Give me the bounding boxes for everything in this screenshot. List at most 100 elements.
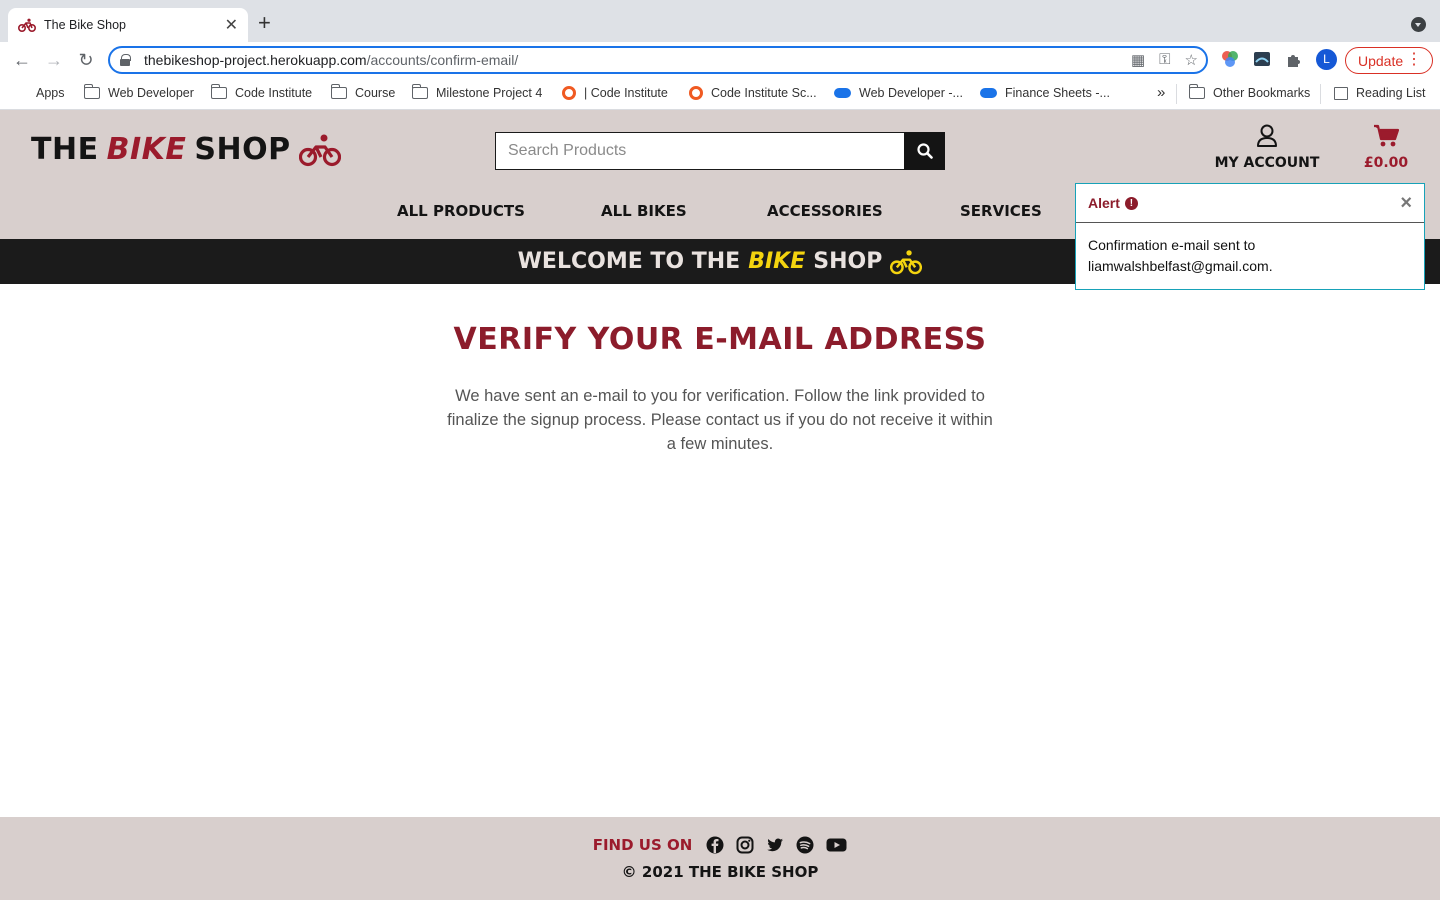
- url-host: thebikeshop-project.herokuapp.com: [144, 52, 367, 68]
- new-tab-icon[interactable]: +: [258, 11, 271, 35]
- nav-all-bikes[interactable]: ALL BIKES: [601, 202, 687, 220]
- folder-icon: [1188, 84, 1205, 99]
- find-us-label: FIND US ON: [592, 836, 693, 854]
- bookmark-label: Course: [355, 86, 396, 100]
- copyright: © 2021 THE BIKE SHOP: [621, 863, 819, 881]
- apps-grid-icon: [14, 86, 28, 100]
- bookmark-code-institute[interactable]: Code Institute: [210, 84, 313, 100]
- banner-welcome: WELCOME TO THE: [517, 249, 741, 274]
- bookmark-code-institute-site[interactable]: | Code Institute: [562, 86, 668, 100]
- search-input[interactable]: [495, 132, 904, 170]
- tab-title: The Bike Shop: [44, 18, 126, 32]
- onedrive-cloud-icon: [980, 88, 997, 98]
- folder-icon: [330, 84, 347, 99]
- cyclist-banner-icon: [890, 249, 923, 274]
- bookmark-code-institute-sc[interactable]: Code Institute Sc...: [689, 86, 817, 100]
- bookmarks-overflow-icon[interactable]: »: [1157, 84, 1165, 101]
- shopping-basket-link[interactable]: £0.00: [1358, 124, 1414, 171]
- youtube-icon[interactable]: [826, 836, 847, 854]
- social-links: FIND US ON: [0, 836, 1440, 854]
- nav-all-products[interactable]: ALL PRODUCTS: [397, 202, 525, 220]
- bookmark-label: Web Developer: [108, 86, 194, 100]
- reading-list-icon: [1334, 86, 1348, 100]
- bookmark-finance-sheets[interactable]: Finance Sheets -...: [980, 86, 1110, 100]
- screenshot-extension-icon[interactable]: [1253, 50, 1271, 68]
- close-alert-icon[interactable]: ×: [1400, 192, 1412, 215]
- spotify-icon[interactable]: [796, 836, 814, 854]
- bookmark-milestone-project-4[interactable]: Milestone Project 4: [411, 84, 543, 100]
- menu-dots-icon[interactable]: ⋮: [1406, 51, 1422, 69]
- main-content: VERIFY YOUR E-MAIL ADDRESS We have sent …: [0, 284, 1440, 817]
- site-footer: FIND US ON © 2021 THE BIKE SHOP: [0, 817, 1440, 900]
- star-icon[interactable]: ☆: [1185, 51, 1198, 69]
- banner-bike: BIKE: [748, 249, 806, 274]
- folder-icon: [411, 84, 428, 99]
- my-account-label: MY ACCOUNT: [1214, 155, 1320, 171]
- twitter-icon[interactable]: [766, 836, 784, 854]
- reading-list[interactable]: Reading List: [1334, 86, 1426, 100]
- my-account-link[interactable]: MY ACCOUNT: [1212, 124, 1322, 171]
- browser-tab[interactable]: The Bike Shop ✕: [8, 8, 248, 42]
- logo-bike: BIKE: [106, 132, 187, 167]
- cyclist-logo-icon: [298, 134, 341, 166]
- product-search: [495, 132, 945, 170]
- nav-accessories[interactable]: ACCESSORIES: [767, 202, 883, 220]
- bookmark-course[interactable]: Course: [330, 84, 396, 100]
- bookmark-label: Code Institute Sc...: [711, 86, 817, 100]
- reload-icon[interactable]: ↻: [76, 50, 96, 70]
- bookmark-label: Other Bookmarks: [1213, 86, 1311, 100]
- lock-icon[interactable]: [120, 54, 131, 66]
- bookmark-web-developer-onedrive[interactable]: Web Developer -...: [834, 86, 963, 100]
- profile-avatar[interactable]: L: [1316, 49, 1337, 70]
- bookmark-label: Code Institute: [235, 86, 313, 100]
- qr-code-icon[interactable]: ▦: [1131, 51, 1145, 69]
- address-bar[interactable]: thebikeshop-project.herokuapp.com /accou…: [108, 46, 1208, 74]
- basket-total: £0.00: [1363, 155, 1409, 171]
- bookmark-apps[interactable]: Apps: [14, 86, 65, 100]
- instagram-icon[interactable]: [736, 836, 754, 854]
- search-button[interactable]: [904, 132, 945, 170]
- url-path: /accounts/confirm-email/: [366, 52, 519, 68]
- bookmark-label: Apps: [36, 86, 65, 100]
- bookmarks-divider: [1320, 84, 1321, 104]
- bookmark-label: Milestone Project 4: [436, 86, 543, 100]
- logo-the: THE: [31, 132, 99, 167]
- update-button[interactable]: Update ⋮: [1345, 47, 1433, 74]
- extensions-puzzle-icon[interactable]: [1285, 50, 1303, 68]
- exclamation-icon: !: [1124, 196, 1138, 210]
- bookmarks-bar: Apps Web Developer Code Institute Course…: [0, 78, 1440, 110]
- user-icon: [1257, 124, 1277, 147]
- reading-list-label: Reading List: [1356, 86, 1426, 100]
- close-tab-icon[interactable]: ✕: [225, 15, 238, 35]
- bookmark-web-developer[interactable]: Web Developer: [83, 84, 194, 100]
- site-logo[interactable]: THE BIKE SHOP: [31, 132, 341, 167]
- bookmark-label: | Code Institute: [584, 86, 668, 100]
- code-institute-icon: [562, 86, 576, 100]
- bike-favicon-icon: [18, 18, 36, 32]
- facebook-icon[interactable]: [706, 836, 724, 854]
- tab-search-icon[interactable]: [1411, 17, 1426, 32]
- logo-shop: SHOP: [194, 132, 291, 167]
- search-icon: [916, 143, 933, 159]
- nav-services[interactable]: SERVICES: [960, 202, 1042, 220]
- alert-title: Alert: [1088, 195, 1120, 211]
- browser-tabstrip: The Bike Shop ✕ +: [0, 0, 1440, 42]
- forward-icon[interactable]: →: [44, 50, 64, 70]
- alert-message: Confirmation e-mail sent to liamwalshbel…: [1088, 237, 1273, 274]
- folder-icon: [83, 84, 100, 99]
- folder-icon: [210, 84, 227, 99]
- bookmarks-divider: [1176, 84, 1177, 104]
- alert-toast: Alert ! × Confirmation e-mail sent to li…: [1075, 183, 1425, 290]
- banner-shop: SHOP: [813, 249, 883, 274]
- bookmark-label: Web Developer -...: [859, 86, 963, 100]
- bookmark-other-bookmarks[interactable]: Other Bookmarks: [1188, 84, 1311, 100]
- alert-header: Alert !: [1076, 184, 1424, 223]
- key-icon[interactable]: ⚿: [1159, 51, 1170, 69]
- bookmark-label: Finance Sheets -...: [1005, 86, 1110, 100]
- verification-message: We have sent an e-mail to you for verifi…: [447, 387, 993, 453]
- code-institute-icon: [689, 86, 703, 100]
- back-icon[interactable]: ←: [12, 50, 32, 70]
- color-extension-icon[interactable]: [1221, 50, 1239, 68]
- shopping-cart-icon: [1374, 124, 1400, 147]
- page-title: VERIFY YOUR E-MAIL ADDRESS: [453, 322, 987, 357]
